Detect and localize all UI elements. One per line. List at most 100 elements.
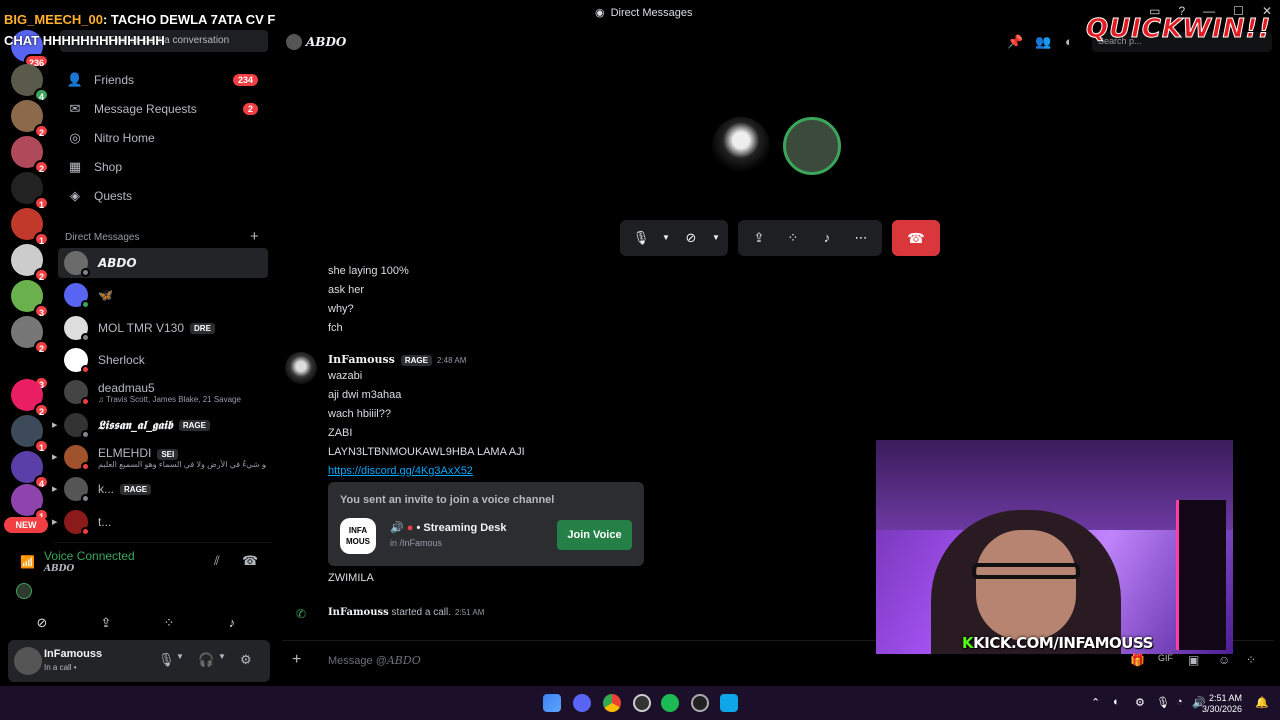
attach-plus-icon[interactable]: + xyxy=(292,651,301,669)
expand-caret-icon: ▶ xyxy=(52,422,58,429)
wifi-icon[interactable]: ◔ xyxy=(1176,696,1183,708)
server-icon[interactable]: 2 xyxy=(11,244,49,282)
server-icon[interactable]: 4 xyxy=(11,451,49,489)
sticker-icon[interactable]: ▣ xyxy=(1188,653,1199,667)
microphone-icon[interactable]: 🎙 xyxy=(158,652,175,668)
chevron-down-icon[interactable]: ▼ xyxy=(660,223,672,253)
invite-channel: 🔊 ● • Streaming Desk xyxy=(390,522,507,534)
nav-label: Shop xyxy=(94,160,123,174)
screen-share-button[interactable]: ⇪ xyxy=(86,609,126,637)
microphone-icon[interactable]: 🎙 xyxy=(626,223,656,253)
server-icon[interactable]: 1 xyxy=(11,484,49,522)
screen-share-icon[interactable]: ⇪ xyxy=(744,223,774,253)
call-participant-avatar[interactable] xyxy=(712,117,770,175)
stream-chat-overlay: BIG_MEECH_00: TACHO DEWLA 7ATA CV F CHAT… xyxy=(4,9,314,51)
server-icon[interactable]: 2 xyxy=(11,379,49,417)
server-icon[interactable]: 1 xyxy=(11,208,49,246)
dm-item[interactable]: deadmau5 ♫ Travis Scott, James Blake, 21… xyxy=(58,377,268,407)
dm-item[interactable]: 🦋 xyxy=(58,280,268,310)
windows-start-icon[interactable] xyxy=(543,694,561,712)
server-icon[interactable]: 1 xyxy=(11,172,49,210)
join-voice-button[interactable]: Join Voice xyxy=(557,520,632,550)
server-icon: INFA MOUS xyxy=(340,518,376,554)
chevron-up-icon[interactable]: ⌃ xyxy=(1091,696,1100,709)
server-badge: 3 xyxy=(33,304,49,318)
expand-caret-icon: ▶ xyxy=(52,454,58,461)
server-icon[interactable]: 2 xyxy=(11,316,49,354)
soundboard-button[interactable]: ♪ xyxy=(212,609,252,637)
dm-item[interactable]: MOL TMR V130 DRE xyxy=(58,313,268,343)
nav-label: Friends xyxy=(94,73,135,87)
voice-status: Voice Connected xyxy=(44,549,135,563)
profile-icon[interactable]: ◐ xyxy=(1065,34,1073,49)
nav-shop[interactable]: ▦ Shop xyxy=(58,153,268,181)
activities-button[interactable]: ⁘ xyxy=(149,609,189,637)
dm-item[interactable]: ▶ t... xyxy=(52,507,268,537)
chrome-icon[interactable] xyxy=(603,694,621,712)
gif-icon[interactable]: GIF xyxy=(1158,653,1173,663)
avatar xyxy=(64,251,90,277)
disconnect-icon[interactable]: ☎ xyxy=(242,553,258,569)
dm-name: deadmau5 xyxy=(98,380,155,395)
signal-icon[interactable]: 📶 xyxy=(20,555,35,569)
settings-gear-icon[interactable]: ⚙ xyxy=(240,652,252,668)
chevron-down-icon[interactable]: ▼ xyxy=(218,652,226,661)
nav-friends[interactable]: 👤 Friends 234 xyxy=(58,66,268,94)
dm-activity: وهو شيءٌ في الأرض ولا في السماء وهو السم… xyxy=(98,459,266,469)
dm-item[interactable]: 𝘼𝘽𝘿𝙊 xyxy=(58,248,268,278)
system-clock[interactable]: 2:51 AM 3/30/2026 xyxy=(1202,693,1242,715)
obs-icon[interactable] xyxy=(633,694,651,712)
clan-tag: RAGE xyxy=(178,419,210,431)
notifications-icon[interactable]: 🔔 xyxy=(1255,696,1269,709)
message-timestamp: 2:48 AM xyxy=(437,356,467,365)
end-call-button[interactable]: ☎ xyxy=(892,220,940,256)
author-avatar[interactable] xyxy=(285,352,317,384)
user-avatar[interactable] xyxy=(14,647,42,675)
soundboard-icon[interactable]: ♪ xyxy=(812,223,842,253)
activities-icon[interactable]: ⁘ xyxy=(778,223,808,253)
app-icon[interactable] xyxy=(691,694,709,712)
chevron-down-icon[interactable]: ▼ xyxy=(710,223,722,253)
gift-icon[interactable]: 🎁 xyxy=(1130,653,1145,667)
discord-taskbar-icon[interactable] xyxy=(573,694,591,712)
nav-message-requests[interactable]: ✉ Message Requests 2 xyxy=(58,95,268,123)
microphone-icon[interactable]: 🎙 xyxy=(1156,696,1170,709)
dm-item[interactable]: ▶ ELMEHDISEI وهو شيءٌ في الأرض ولا في ال… xyxy=(52,442,268,472)
tray-app-icon[interactable]: ◐ xyxy=(1113,696,1120,708)
voice-channel[interactable]: ABDO xyxy=(44,564,74,574)
more-options-icon[interactable]: ⋯ xyxy=(846,223,876,253)
noise-suppression-icon[interactable]: ⫽ xyxy=(214,553,220,569)
server-icon[interactable]: 1 xyxy=(11,415,49,453)
dm-name: t... xyxy=(98,515,112,529)
new-dm-plus-icon[interactable]: + xyxy=(250,228,259,245)
dm-item[interactable]: Sherlock xyxy=(58,345,268,375)
server-icon[interactable]: 4 xyxy=(11,64,49,102)
chevron-down-icon[interactable]: ▼ xyxy=(176,652,184,661)
video-off-button[interactable]: ⊘ xyxy=(22,609,62,637)
window-title: ◉ Direct Messages xyxy=(595,6,693,20)
headphones-icon[interactable]: 🎧 xyxy=(198,652,214,668)
server-icon[interactable]: 2 xyxy=(11,100,49,138)
app-icon[interactable] xyxy=(720,694,738,712)
server-badge: 2 xyxy=(33,160,49,174)
dm-name: MOL TMR V130 xyxy=(98,321,185,335)
dm-item[interactable]: ▶ 𝕷𝖎𝖘𝖘𝖆𝖓_𝖆𝖑_𝖌𝖆𝖎𝖇 RAGE xyxy=(52,410,268,440)
invite-link[interactable]: https://discord.gg/4Kg3AxX52 xyxy=(328,465,473,477)
mail-icon: ✉ xyxy=(69,101,81,116)
user-name[interactable]: InFamouss xyxy=(44,648,102,660)
server-icon[interactable]: 3 xyxy=(11,280,49,318)
nav-quests[interactable]: ◈ Quests xyxy=(58,182,268,210)
pin-icon[interactable]: 📌 xyxy=(1007,34,1023,50)
emoji-icon[interactable]: ☺ xyxy=(1218,653,1230,667)
camera-off-icon[interactable]: ⊘ xyxy=(676,223,706,253)
apps-icon[interactable]: ⁘ xyxy=(1246,653,1256,667)
call-participant-avatar-speaking[interactable] xyxy=(783,117,841,175)
call-controls: 🎙 ▼ ⊘ ▼ ⇪ ⁘ ♪ ⋯ ☎ xyxy=(620,220,940,256)
message-author[interactable]: InFamouss RAGE xyxy=(328,353,432,366)
server-icon[interactable]: 2 xyxy=(11,136,49,174)
dm-item[interactable]: ▶ k... RAGE xyxy=(52,474,268,504)
nav-nitro-home[interactable]: ◎ Nitro Home xyxy=(58,124,268,152)
add-friends-icon[interactable]: 👥 xyxy=(1035,34,1051,50)
spotify-icon[interactable] xyxy=(661,694,679,712)
tray-app-icon[interactable]: ⚙ xyxy=(1135,696,1145,709)
